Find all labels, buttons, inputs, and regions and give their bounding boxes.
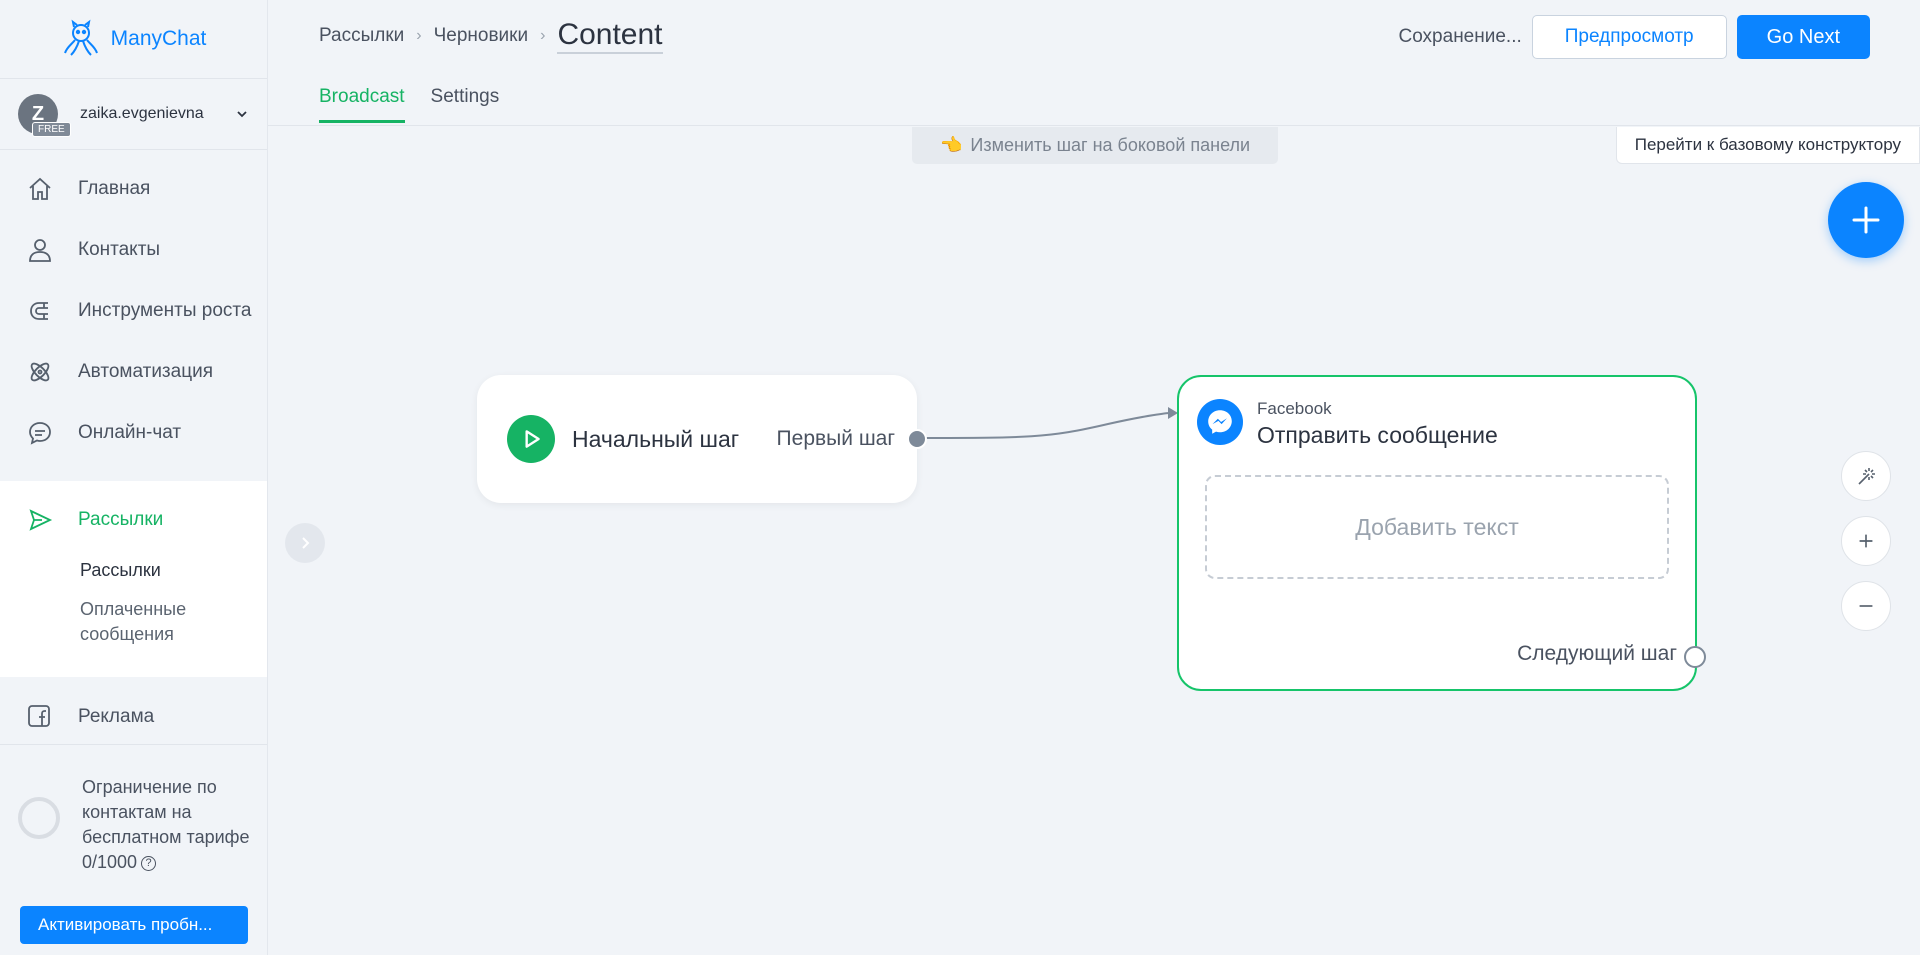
limit-progress-ring — [18, 797, 60, 839]
tab-settings[interactable]: Settings — [431, 86, 500, 123]
sidebar: ManyChat Z FREE zaika.evgenievna Главная… — [0, 0, 268, 955]
nav-label: Инструменты роста — [78, 299, 252, 321]
breadcrumb-drafts[interactable]: Черновики — [434, 25, 529, 47]
plus-icon — [1859, 534, 1873, 548]
nav-item-broadcasts[interactable]: Рассылки — [0, 489, 267, 550]
first-step-label: Первый шаг — [776, 427, 895, 450]
nav-item-live-chat[interactable]: Онлайн-чат — [0, 402, 267, 463]
expand-sidebar-button[interactable] — [285, 523, 325, 563]
main-nav: Главная Контакты Инструменты роста Автом… — [0, 150, 267, 745]
play-icon — [507, 415, 555, 463]
user-icon — [29, 238, 51, 262]
output-port[interactable] — [907, 429, 927, 449]
manychat-logo-icon — [63, 19, 98, 56]
account-name: zaika.evgenievna — [80, 105, 204, 122]
chevron-right-icon: › — [540, 27, 546, 44]
nav-label: Реклама — [78, 705, 155, 727]
limit-count: 0/1000 — [82, 852, 138, 872]
start-step-title: Начальный шаг — [572, 425, 740, 452]
nav-label: Автоматизация — [78, 360, 213, 382]
top-header: Рассылки › Черновики › Content Broadcast… — [268, 0, 1920, 126]
contact-limit: Ограничение по контактам на бесплатном т… — [0, 745, 267, 875]
plus-icon — [1852, 206, 1880, 234]
nav-item-ads[interactable]: Реклама — [0, 689, 267, 745]
chevron-down-icon — [237, 111, 247, 118]
header-actions: Сохранение... Предпросмотр Go Next — [1398, 15, 1870, 59]
magic-wand-button[interactable] — [1841, 451, 1891, 501]
nav-item-contacts[interactable]: Контакты — [0, 219, 267, 280]
tab-broadcast[interactable]: Broadcast — [319, 86, 405, 123]
nav-label: Онлайн-чат — [78, 421, 182, 443]
zoom-in-button[interactable] — [1841, 516, 1891, 566]
nav-label: Рассылки — [78, 508, 164, 530]
go-next-button[interactable]: Go Next — [1736, 15, 1870, 59]
zoom-out-button[interactable] — [1841, 581, 1891, 631]
home-icon — [29, 177, 51, 200]
sub-item-paid-messages[interactable]: Оплаченные сообщения — [0, 597, 186, 647]
atom-icon — [30, 362, 50, 381]
nav-section-broadcasts: Рассылки Рассылки Оплаченные сообщения — [0, 481, 267, 677]
brand-logo[interactable]: ManyChat — [0, 0, 267, 78]
preview-button[interactable]: Предпросмотр — [1531, 15, 1727, 59]
tabs: Broadcast Settings — [319, 86, 499, 123]
facebook-icon — [28, 704, 50, 727]
message-node-title: Отправить сообщение — [1257, 422, 1498, 448]
basic-builder-button[interactable]: Перейти к базовому конструктору — [1615, 127, 1920, 164]
start-step-node[interactable]: Начальный шаг Первый шаг — [477, 375, 927, 503]
page-title[interactable]: Content — [557, 18, 663, 54]
next-step-label: Следующий шаг — [1517, 642, 1677, 665]
activate-trial-button[interactable]: Активировать пробн... — [20, 906, 248, 944]
avatar: Z FREE — [18, 94, 71, 137]
limit-text: Ограничение по контактам на бесплатном т… — [82, 775, 251, 875]
magnet-icon — [30, 301, 48, 320]
nav-label: Контакты — [78, 238, 161, 260]
nav-label: Главная — [78, 177, 151, 199]
send-icon — [29, 508, 53, 531]
limit-description: Ограничение по контактам на бесплатном т… — [82, 777, 250, 847]
saving-status: Сохранение... — [1398, 26, 1522, 47]
account-switcher[interactable]: Z FREE zaika.evgenievna — [0, 78, 267, 150]
nav-item-growth-tools[interactable]: Инструменты роста — [0, 280, 267, 341]
add-text-button[interactable]: Добавить текст — [1205, 475, 1669, 579]
add-step-button[interactable] — [1828, 182, 1904, 258]
channel-label: Facebook — [1257, 399, 1332, 418]
next-step-port[interactable] — [1684, 646, 1706, 668]
minus-icon — [1859, 605, 1873, 607]
nav-item-home[interactable]: Главная — [0, 158, 267, 219]
chevron-right-icon: › — [416, 27, 422, 44]
flow-canvas[interactable]: 👈 Изменить шаг на боковой панели Перейти… — [268, 127, 1920, 955]
messenger-icon — [1197, 399, 1243, 445]
nav-item-automation[interactable]: Автоматизация — [0, 341, 267, 402]
send-message-node[interactable]: Facebook Отправить сообщение Добавить те… — [1177, 375, 1706, 691]
help-icon[interactable]: ? — [141, 855, 157, 871]
breadcrumb: Рассылки › Черновики › Content — [319, 18, 663, 54]
breadcrumb-broadcasts[interactable]: Рассылки — [319, 25, 404, 47]
plan-badge: FREE — [32, 122, 71, 137]
pointing-hand-icon: 👈 — [939, 135, 963, 155]
brand-name: ManyChat — [110, 27, 207, 50]
hint-text: Изменить шаг на боковой панели — [970, 135, 1251, 155]
magic-wand-icon — [1858, 468, 1875, 485]
sub-item-broadcasts[interactable]: Рассылки — [0, 558, 267, 583]
chat-icon — [29, 421, 51, 445]
chevron-right-icon — [302, 537, 310, 549]
sidebar-edit-hint: 👈 Изменить шаг на боковой панели — [912, 127, 1278, 164]
